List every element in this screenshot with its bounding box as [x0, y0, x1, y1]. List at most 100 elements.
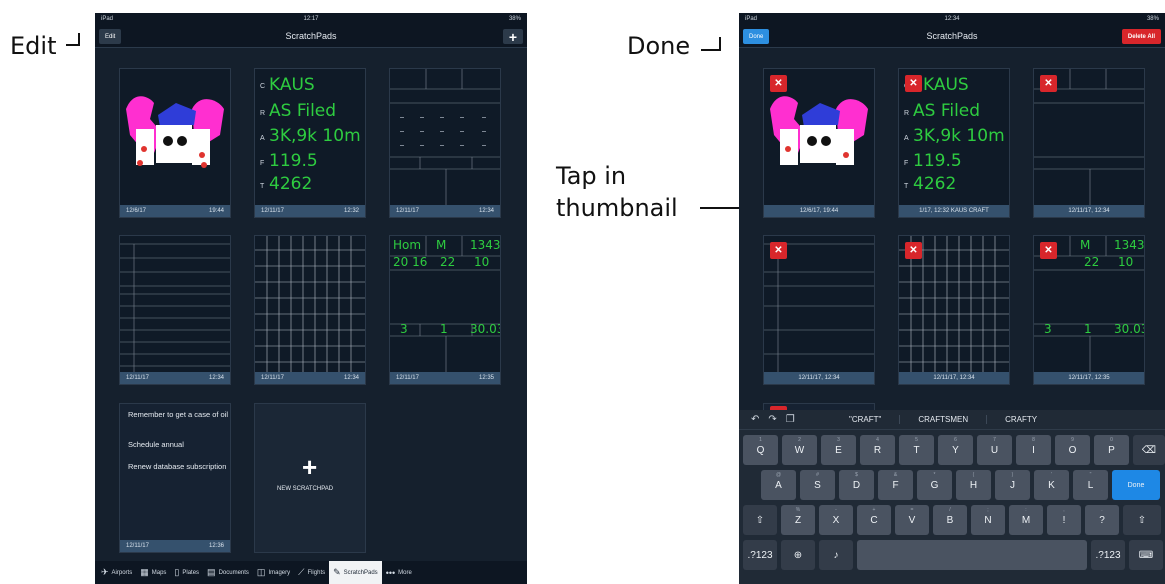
ink-text: KAUS: [923, 75, 969, 95]
key-t[interactable]: 5T: [899, 435, 934, 465]
key-f[interactable]: & F: [878, 470, 913, 500]
delete-thumbnail-button[interactable]: ✕: [1040, 75, 1057, 92]
suggestion-item[interactable]: "CRAFT": [831, 415, 901, 424]
key-d[interactable]: $ D: [839, 470, 874, 500]
new-scratchpad-button[interactable]: + NEW SCRATCHPAD: [254, 403, 366, 553]
clock: 12:17: [303, 15, 319, 22]
delete-thumbnail-button[interactable]: ✕: [770, 75, 787, 92]
map-icon: ▦: [140, 567, 149, 577]
key-l[interactable]: " L: [1073, 470, 1108, 500]
key-alt-char: *: [933, 472, 936, 478]
tab-more[interactable]: ••• More: [382, 561, 416, 584]
edit-button[interactable]: Edit: [99, 29, 122, 44]
key-alt-char: @: [775, 472, 782, 478]
delete-thumbnail-button[interactable]: ✕: [1040, 242, 1057, 259]
key-r[interactable]: 4R: [860, 435, 895, 465]
key-o[interactable]: 9O: [1055, 435, 1090, 465]
key-p[interactable]: 0P: [1094, 435, 1129, 465]
scratchpad-thumbnail[interactable]: 12/11/17 12:34: [389, 68, 501, 218]
key-v[interactable]: = V: [895, 505, 929, 535]
key-a[interactable]: @ A: [761, 470, 796, 500]
key-char: N: [984, 514, 992, 526]
scratchpad-thumbnail[interactable]: 12/11/17 12:34: [254, 235, 366, 385]
key-z[interactable]: % Z: [781, 505, 815, 535]
numbers-key[interactable]: .?123: [743, 540, 777, 570]
scratchpad-thumbnail[interactable]: ✕ 12/6/17, 19:44: [763, 68, 875, 218]
undo-icon[interactable]: ↶: [751, 414, 759, 425]
key-y[interactable]: 6Y: [938, 435, 973, 465]
scratchpad-thumbnail[interactable]: C R A F T KAUS AS Filed 3K,9k 10m 119.5 …: [898, 68, 1010, 218]
key-n[interactable]: ; N: [971, 505, 1005, 535]
key-w[interactable]: 2W: [782, 435, 817, 465]
plus-icon[interactable]: +: [502, 29, 523, 45]
key-s[interactable]: # S: [800, 470, 835, 500]
key-alt-char: 7: [993, 437, 996, 443]
key-b[interactable]: / B: [933, 505, 967, 535]
microphone-icon[interactable]: ♪: [819, 540, 853, 570]
scratchpad-thumbnail[interactable]: Hom M 1343 20 16 22 10 3 1 30.03 12/11/1…: [389, 235, 501, 385]
tab-label: Plates: [182, 569, 200, 576]
suggestion-item[interactable]: CRAFTY: [987, 415, 1055, 424]
delete-all-button[interactable]: Delete All: [1121, 29, 1161, 44]
key-char: ?: [1099, 514, 1105, 526]
scratchpad-thumbnail[interactable]: ✕ 12/11/17, 12:34: [1033, 68, 1145, 218]
scratchpad-thumbnail[interactable]: ✕ 12/11/17, 12:34: [898, 235, 1010, 385]
key-i[interactable]: 8I: [1016, 435, 1051, 465]
delete-thumbnail-button[interactable]: ✕: [905, 75, 922, 92]
scratchpad-thumbnail[interactable]: 12/6/17 19:44: [119, 68, 231, 218]
battery-label: 38%: [508, 15, 521, 22]
key-x[interactable]: -X: [819, 505, 853, 535]
key-c[interactable]: + C: [857, 505, 891, 535]
key-u[interactable]: 7U: [977, 435, 1012, 465]
tab-scratchpads[interactable]: ✎ ScratchPads: [329, 561, 382, 584]
space-bar[interactable]: [857, 540, 1087, 570]
done-key[interactable]: Done: [1112, 470, 1160, 500]
tab-documents[interactable]: ▤ Documents: [203, 561, 253, 584]
redo-icon[interactable]: ↷: [768, 414, 776, 425]
thumb-date: 12/11/17: [126, 375, 149, 381]
tab-airports[interactable]: ✈ Airports: [97, 561, 136, 584]
key-q[interactable]: 1Q: [743, 435, 778, 465]
delete-thumbnail-button[interactable]: ✕: [770, 242, 787, 259]
thumbnail-footer: 12/11/17, 12:34: [899, 372, 1009, 384]
tab-plates[interactable]: ▯ Plates: [170, 561, 203, 584]
delete-thumbnail-button[interactable]: ✕: [905, 242, 922, 259]
keyboard-row: @ A # S $ D & F * G(H) J ' K " L Done: [739, 470, 1165, 500]
note-line: Remember to get a case of oil: [128, 410, 229, 419]
key-k[interactable]: ' K: [1034, 470, 1069, 500]
keyboard-dismiss-icon[interactable]: ⌨: [1129, 540, 1163, 570]
key-sym[interactable]: .?: [1085, 505, 1119, 535]
tab-maps[interactable]: ▦ Maps: [136, 561, 170, 584]
numbers-key[interactable]: .?123: [1091, 540, 1125, 570]
backspace-icon[interactable]: ⌫: [1133, 435, 1165, 465]
paste-icon[interactable]: ❐: [786, 414, 795, 425]
ink-text: AS Filed: [913, 101, 981, 121]
shift-icon[interactable]: ⇧: [1123, 505, 1161, 535]
scratchpad-thumbnail[interactable]: ✕ 12/11/17, 12:34: [763, 235, 875, 385]
thumb-date: 12/11/17: [396, 375, 419, 381]
key-alt-char: .: [1101, 507, 1103, 513]
key-m[interactable]: :M: [1009, 505, 1043, 535]
key-alt-char: 4: [876, 437, 879, 443]
key-e[interactable]: 3E: [821, 435, 856, 465]
key-g[interactable]: * G: [917, 470, 952, 500]
key-j[interactable]: ) J: [995, 470, 1030, 500]
suggestion-item[interactable]: CRAFTSMEN: [900, 415, 988, 424]
thumbnail-footer: 12/11/17 12:34: [390, 205, 500, 217]
tab-imagery[interactable]: ◫ Imagery: [253, 561, 294, 584]
done-button[interactable]: Done: [743, 29, 770, 44]
nav-bar: Edit ScratchPads +: [95, 24, 527, 48]
key-char: R: [873, 444, 882, 456]
scratchpad-thumbnail[interactable]: M 1343 22 10 3 1 30.03 ✕ 12/11/17, 12:35: [1033, 235, 1145, 385]
key-alt-char: 1: [759, 437, 762, 443]
shift-icon[interactable]: ⇧: [743, 505, 777, 535]
new-scratchpad-label: NEW SCRATCHPAD: [277, 486, 334, 492]
scratchpad-thumbnail[interactable]: 12/11/17 12:34: [119, 235, 231, 385]
key-h[interactable]: (H: [956, 470, 991, 500]
key-char: L: [1087, 479, 1094, 491]
scratchpad-thumbnail[interactable]: C R A F T KAUS AS Filed 3K,9k 10m 119.5 …: [254, 68, 366, 218]
key-sym[interactable]: ,!: [1047, 505, 1081, 535]
scratchpad-thumbnail[interactable]: Remember to get a case of oil Schedule a…: [119, 403, 231, 553]
globe-icon[interactable]: ⊕: [781, 540, 815, 570]
tab-flights[interactable]: ⟋ Flights: [294, 561, 329, 584]
